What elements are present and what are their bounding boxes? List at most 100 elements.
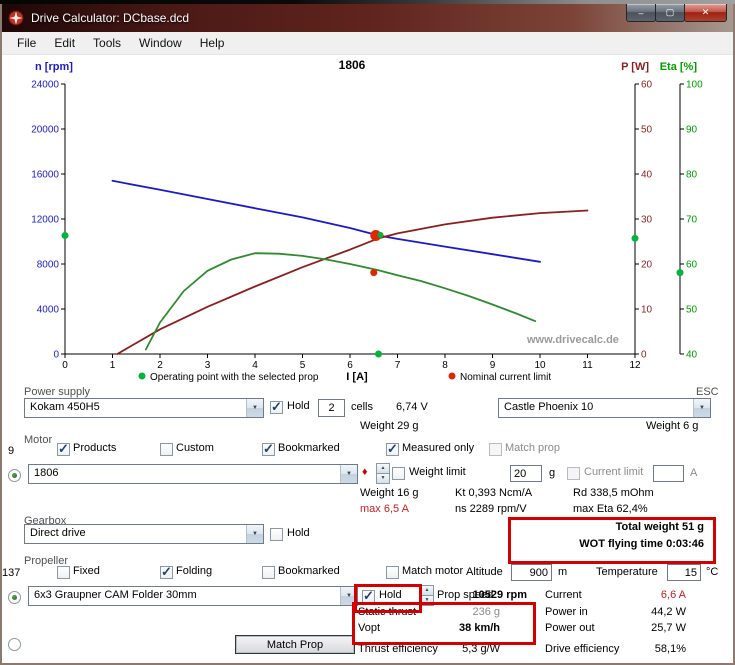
- weight-limit-label[interactable]: Weight limit: [409, 466, 466, 478]
- weight-limit-unit: g: [549, 467, 555, 479]
- propeller-select[interactable]: 6x3 Graupner CAM Folder 30mm ▼: [28, 586, 358, 606]
- dropdown-arrow-icon: ▼: [693, 399, 710, 417]
- prop-hold-checkbox[interactable]: [362, 590, 375, 603]
- prop-match-motor-label[interactable]: Match motor: [402, 565, 463, 577]
- prop-match-motor-checkbox[interactable]: [386, 566, 399, 579]
- power-supply-section-label: Power supply: [24, 386, 90, 398]
- prop-fixed-label[interactable]: Fixed: [73, 565, 100, 577]
- i-tick-label: 6: [347, 360, 353, 371]
- match-prop-button[interactable]: Match Prop: [235, 635, 355, 654]
- thrust-efficiency-label: Thrust efficiency: [358, 643, 438, 655]
- motor-spinner[interactable]: ▲ ▼: [376, 463, 390, 484]
- spin-down-icon[interactable]: ▼: [376, 474, 390, 484]
- spin-down-icon[interactable]: ▼: [420, 596, 434, 606]
- motor-products-label[interactable]: Products: [73, 442, 116, 454]
- p-axis-title: P [W]: [621, 61, 649, 73]
- vopt-value: 38 km/h: [430, 622, 500, 634]
- motor-weight: Weight 16 g: [360, 487, 419, 499]
- prop-hold-label[interactable]: Hold: [379, 589, 402, 601]
- i-tick-label: 0: [62, 360, 68, 371]
- battery-select[interactable]: Kokam 450H5 ▼: [24, 398, 264, 418]
- n-tick-label: 8000: [37, 260, 60, 271]
- i-tick-label: 7: [395, 360, 401, 371]
- propeller-radio[interactable]: [8, 591, 21, 604]
- power-in-value: 44,2 W: [620, 606, 686, 618]
- motor-radio[interactable]: [8, 469, 21, 482]
- dropdown-arrow-icon: ▼: [246, 525, 263, 543]
- minimize-button[interactable]: –: [626, 4, 656, 22]
- i-tick-label: 9: [490, 360, 496, 371]
- menu-file[interactable]: File: [8, 33, 45, 53]
- n-tick-label: 24000: [31, 80, 59, 91]
- gearbox-hold-label[interactable]: Hold: [287, 527, 310, 539]
- total-weight: Total weight 51 g: [514, 521, 704, 533]
- n-tick-label: 4000: [37, 305, 60, 316]
- gearbox-select-value: Direct drive: [25, 525, 246, 543]
- static-thrust-value: 236 g: [430, 606, 500, 618]
- i-tick-label: 10: [534, 360, 546, 371]
- cells-input[interactable]: [318, 399, 345, 417]
- motor-max-current: max 6,5 A: [360, 503, 409, 515]
- motor-measured-only-checkbox[interactable]: [386, 443, 399, 456]
- prop-folding-checkbox[interactable]: [160, 566, 173, 579]
- prop-bookmarked-checkbox[interactable]: [262, 566, 275, 579]
- weight-limit-checkbox[interactable]: [392, 467, 405, 480]
- weight-limit-input[interactable]: [510, 465, 542, 482]
- motor-select[interactable]: 1806 ▼: [28, 464, 358, 484]
- eta-tick-label: 70: [686, 215, 698, 226]
- motor-bookmarked-checkbox[interactable]: [262, 443, 275, 456]
- motor-match-prop-label: Match prop: [505, 442, 560, 454]
- motor-limit-diamond-icon: ♦: [362, 466, 368, 478]
- operating-axis-dot: [632, 235, 639, 242]
- esc-select[interactable]: Castle Phoenix 10 ▼: [498, 398, 711, 418]
- gearbox-select[interactable]: Direct drive ▼: [24, 524, 264, 544]
- battery-weight: Weight 29 g: [360, 420, 419, 432]
- eta-tick-label: 90: [686, 125, 698, 136]
- maximize-button[interactable]: ▢: [655, 4, 685, 22]
- n-tick-label: 12000: [31, 215, 59, 226]
- prop-folding-label[interactable]: Folding: [176, 565, 212, 577]
- menu-edit[interactable]: Edit: [45, 33, 84, 53]
- n-tick-label: 16000: [31, 170, 59, 181]
- motor-custom-label[interactable]: Custom: [176, 442, 214, 454]
- altitude-input[interactable]: [511, 564, 552, 581]
- prop-speed-value: 10529 rpm: [462, 589, 527, 601]
- esc-weight: Weight 6 g: [646, 420, 698, 432]
- voltage-value: 6,74 V: [396, 401, 428, 413]
- menu-window[interactable]: Window: [130, 33, 191, 53]
- menu-help[interactable]: Help: [191, 33, 234, 53]
- propeller-radio-empty[interactable]: [8, 638, 21, 651]
- temperature-input[interactable]: [667, 564, 701, 581]
- wot-flying-time: WOT flying time 0:03:46: [514, 538, 704, 550]
- spin-up-icon[interactable]: ▲: [420, 585, 434, 596]
- motor-ns: ns 2289 rpm/V: [455, 503, 527, 515]
- menu-tools[interactable]: Tools: [84, 33, 130, 53]
- n-axis-title: n [rpm]: [35, 61, 73, 73]
- close-button[interactable]: ✕: [684, 4, 727, 22]
- titlebar[interactable]: Drive Calculator: DCbase.dcd: [0, 4, 735, 32]
- operating-point-dot: [378, 232, 384, 238]
- p-tick-label: 10: [641, 305, 653, 316]
- battery-hold-checkbox[interactable]: [270, 401, 283, 414]
- battery-hold-label[interactable]: Hold: [287, 400, 310, 412]
- propeller-spinner[interactable]: ▲ ▼: [420, 585, 434, 606]
- eta-tick-label: 50: [686, 305, 698, 316]
- motor-products-checkbox[interactable]: [57, 443, 70, 456]
- motor-bookmarked-label[interactable]: Bookmarked: [278, 442, 340, 454]
- n-tick-label: 20000: [31, 125, 59, 136]
- current-limit-input[interactable]: [653, 465, 684, 482]
- current-limit-checkbox: [567, 467, 580, 480]
- motor-select-value: 1806: [29, 465, 340, 483]
- legend-operating-dot: [139, 373, 146, 380]
- cells-label: cells: [351, 401, 373, 413]
- prop-bookmarked-label[interactable]: Bookmarked: [278, 565, 340, 577]
- spin-up-icon[interactable]: ▲: [376, 463, 390, 474]
- current-limit-unit: A: [690, 467, 697, 479]
- prop-fixed-checkbox[interactable]: [57, 566, 70, 579]
- gearbox-hold-checkbox[interactable]: [270, 528, 283, 541]
- motor-measured-only-label[interactable]: Measured only: [402, 442, 474, 454]
- temperature-label: Temperature: [596, 566, 658, 578]
- dropdown-arrow-icon: ▼: [340, 465, 357, 483]
- motor-custom-checkbox[interactable]: [160, 443, 173, 456]
- i-tick-label: 3: [205, 360, 211, 371]
